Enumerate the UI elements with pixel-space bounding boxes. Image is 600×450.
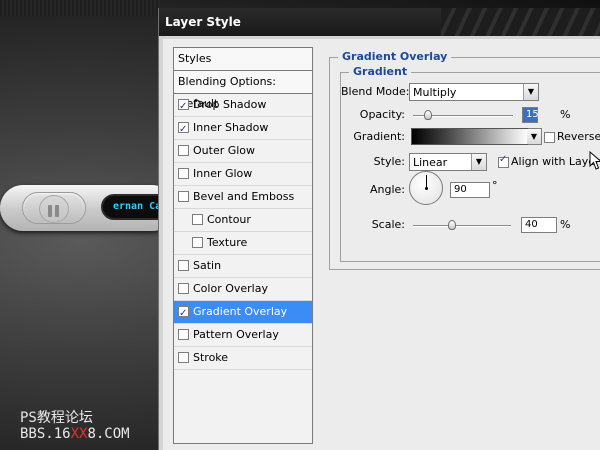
style-checkbox[interactable] [178,144,189,156]
style-checkbox[interactable] [178,303,189,325]
reverse-checkbox[interactable] [544,132,555,143]
dialog-title: Layer Style [165,15,241,29]
style-item-drop-shadow[interactable]: Drop Shadow [174,94,312,118]
blend-mode-value: Multiply [413,86,457,99]
watermark: PS教程论坛 BBS.16XX8.COM [20,410,130,442]
style-dropdown[interactable]: Linear ▼ [409,153,487,171]
scale-input[interactable]: 40 [521,217,557,233]
opacity-input[interactable]: 15 [522,107,539,123]
dialog-title-bar[interactable]: Layer Style [159,8,600,36]
angle-input[interactable]: 90 [450,182,490,198]
reverse-label: Reverse [557,130,600,143]
styles-header[interactable]: Styles [174,48,312,71]
gradient-overlay-group: Gradient Overlay Gradient Blend Mode: Mu… [329,50,600,270]
chevron-down-icon: ▼ [523,84,538,100]
chevron-down-icon: ▼ [527,129,541,144]
style-value: Linear [413,156,448,169]
style-item-label: Texture [207,236,248,249]
style-item-label: Color Overlay [193,282,268,295]
subgroup-title: Gradient [349,65,412,78]
pause-button-graphic [22,192,86,224]
toolbar-strip [0,0,160,16]
style-item-contour[interactable]: Contour [174,209,312,232]
watermark-line1: PS教程论坛 [20,410,93,426]
style-checkbox[interactable] [178,259,189,271]
style-checkbox[interactable] [178,190,189,202]
layer-style-dialog: Layer Style Styles Blending Options: Def… [158,8,600,450]
style-item-label: Drop Shadow [193,98,267,111]
styles-list: Styles Blending Options: Default Drop Sh… [173,47,313,444]
style-item-label: Inner Shadow [193,121,269,134]
style-item-color-overlay[interactable]: Color Overlay [174,278,312,301]
gradient-subgroup: Gradient Blend Mode: Multiply ▼ Opacity:… [340,65,600,262]
watermark-line2: BBS.16XX8.COM [20,426,130,442]
style-checkbox[interactable] [178,328,189,340]
style-item-label: Contour [207,213,251,226]
gradient-label: Gradient: [353,130,405,143]
gradient-picker-button[interactable]: ▼ [527,128,542,145]
title-bar-decoration [441,8,600,36]
style-item-label: Stroke [193,351,229,364]
group-title: Gradient Overlay [338,50,452,63]
style-checkbox[interactable] [178,351,189,363]
opacity-slider-thumb[interactable] [424,110,432,120]
style-item-inner-shadow[interactable]: Inner Shadow [174,117,312,141]
angle-degree: ° [492,179,498,192]
blend-mode-dropdown[interactable]: Multiply ▼ [409,83,539,101]
style-item-label: Satin [193,259,222,272]
scale-slider-track[interactable] [413,225,511,226]
align-with-layer-checkbox[interactable] [498,154,509,168]
style-item-inner-glow[interactable]: Inner Glow [174,163,312,186]
style-item-texture[interactable]: Texture [174,232,312,255]
style-label: Style: [373,155,405,168]
style-item-bevel-and-emboss[interactable]: Bevel and Emboss [174,186,312,209]
dialog-body: Styles Blending Options: Default Drop Sh… [159,36,600,450]
chevron-down-icon: ▼ [471,154,486,170]
opacity-label: Opacity: [359,108,405,121]
gradient-swatch[interactable] [411,128,529,145]
style-item-label: Gradient Overlay [193,305,288,318]
align-with-layer-label: Align with Layer [511,155,600,168]
style-item-gradient-overlay[interactable]: Gradient Overlay [174,301,312,325]
style-item-label: Bevel and Emboss [193,190,295,203]
style-checkbox[interactable] [192,236,203,248]
mouse-pointer-icon [589,151,600,170]
style-item-outer-glow[interactable]: Outer Glow [174,140,312,163]
style-checkbox[interactable] [178,96,189,118]
blending-options-item[interactable]: Blending Options: Default [174,71,312,110]
style-item-label: Pattern Overlay [193,328,279,341]
angle-label: Angle: [369,183,405,196]
style-item-pattern-overlay[interactable]: Pattern Overlay [174,324,312,347]
scale-slider-thumb[interactable] [448,220,457,230]
pause-icon [39,195,69,223]
style-checkbox[interactable] [178,167,189,179]
style-item-label: Inner Glow [193,167,253,180]
media-player-graphic: ernan Catt [0,185,175,231]
style-item-satin[interactable]: Satin [174,255,312,278]
angle-dial[interactable] [409,171,443,205]
scale-label: Scale: [371,218,405,231]
style-item-stroke[interactable]: Stroke [174,347,312,370]
style-checkbox[interactable] [192,213,203,225]
style-checkbox[interactable] [178,119,189,141]
style-checkbox[interactable] [178,282,189,294]
blend-mode-label: Blend Mode: [341,85,410,98]
style-item-label: Outer Glow [193,144,256,157]
opacity-percent: % [560,108,571,121]
scale-percent: % [560,218,571,231]
